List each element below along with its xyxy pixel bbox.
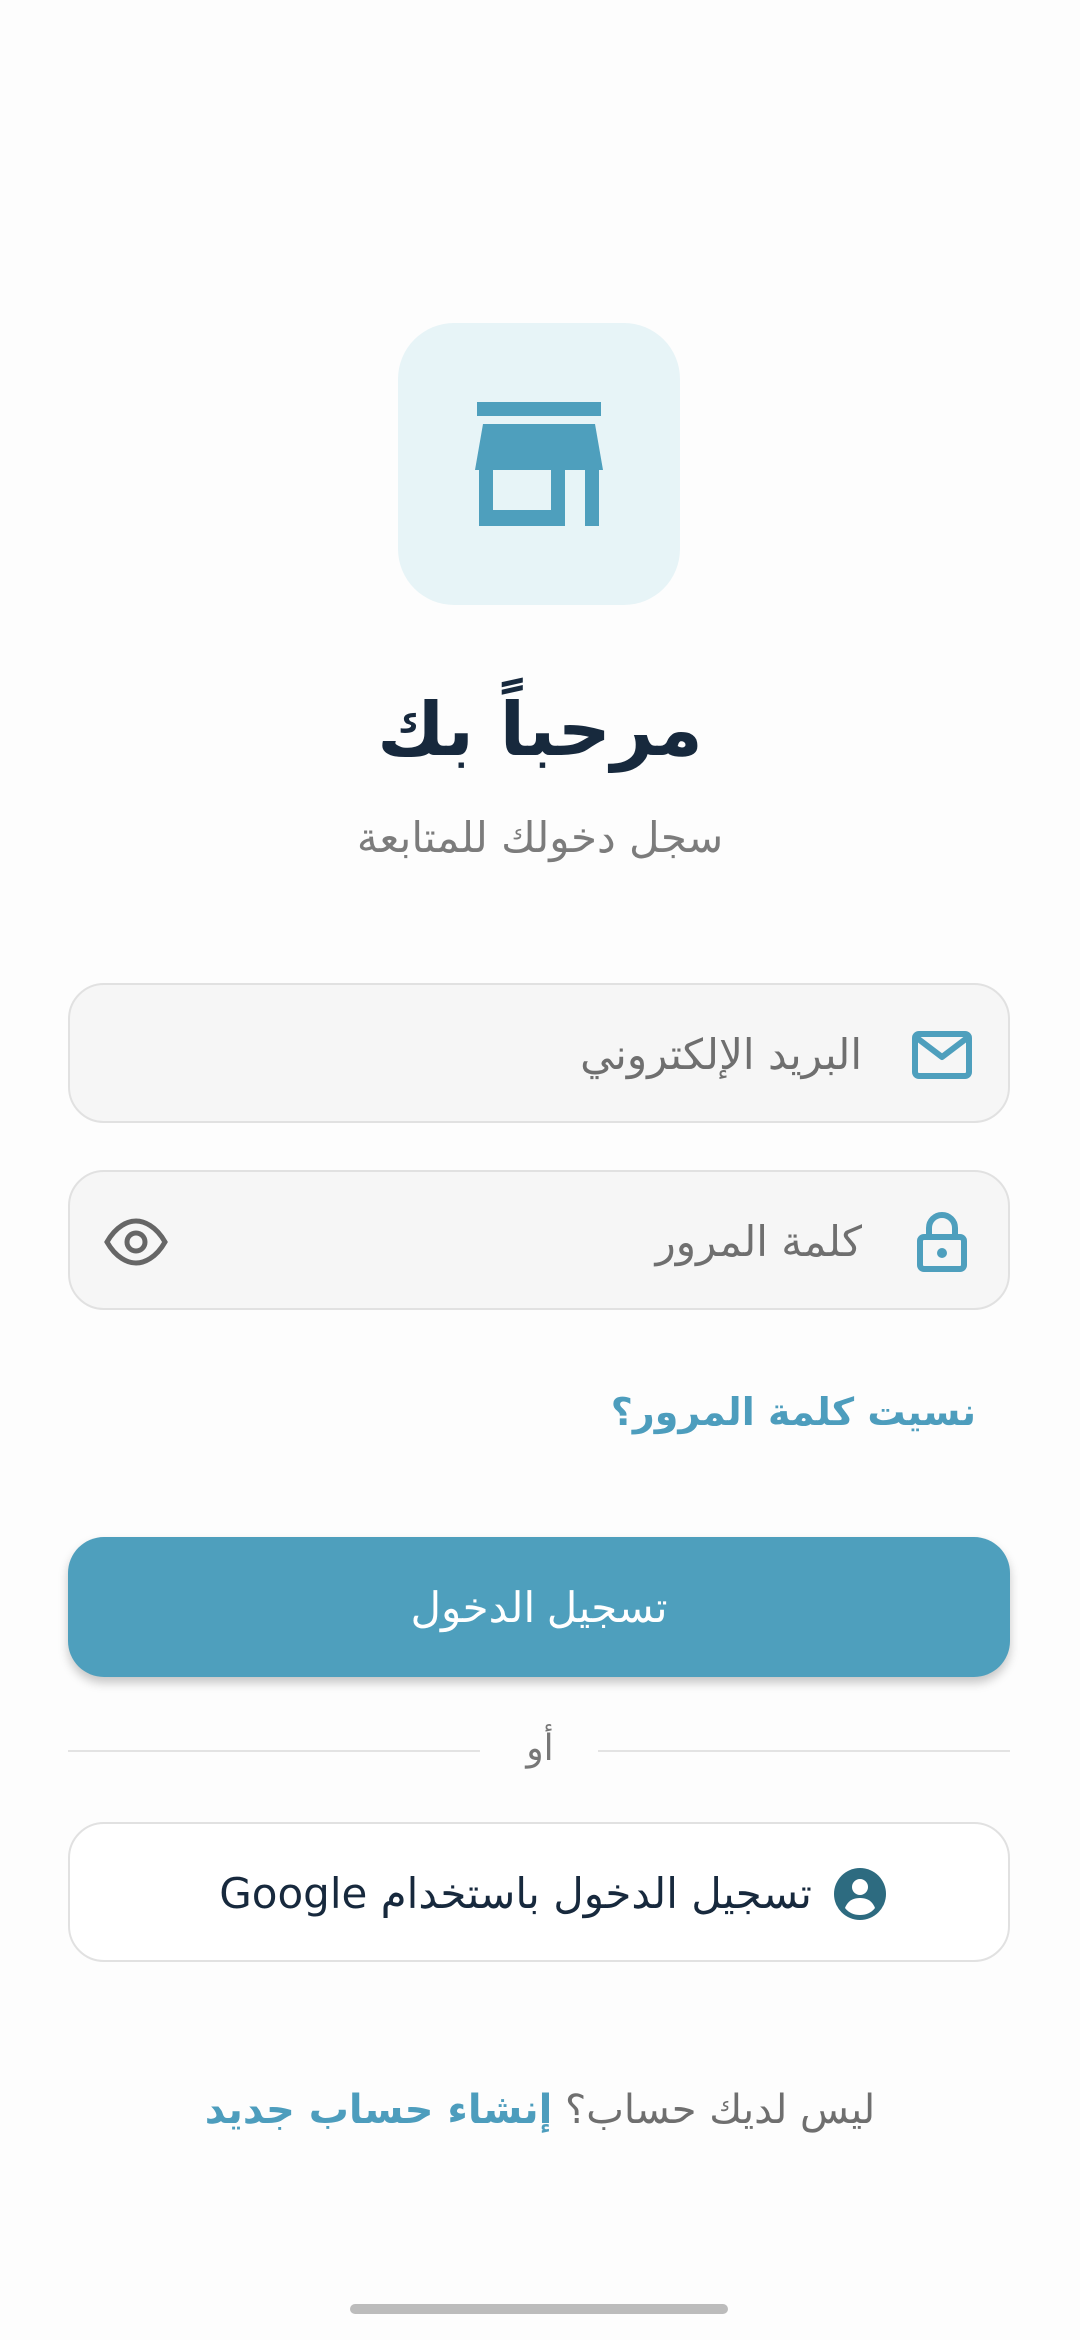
signup-question: ليس لديك حساب؟ xyxy=(565,2087,876,2133)
google-login-label: تسجيل الدخول باستخدام Google xyxy=(219,1869,812,1918)
email-placeholder: البريد الإلكتروني xyxy=(580,1030,862,1079)
google-login-button[interactable]: تسجيل الدخول باستخدام Google xyxy=(68,1822,1010,1962)
lock-icon xyxy=(917,1212,967,1272)
password-placeholder: كلمة المرور xyxy=(655,1217,862,1266)
divider-line-right xyxy=(598,1750,1010,1752)
create-account-link[interactable]: إنشاء حساب جديد xyxy=(205,2087,553,2133)
login-screen: مرحباً بك سجل دخولك للمتابعة البريد الإل… xyxy=(0,0,1080,2340)
page-title: مرحباً بك xyxy=(377,687,703,773)
account-circle-icon xyxy=(834,1868,886,1920)
app-logo xyxy=(398,323,680,605)
divider-label: أو xyxy=(526,1728,554,1769)
forgot-password-link[interactable]: نسيت كلمة المرور؟ xyxy=(611,1385,976,1439)
signup-row: ليس لديك حساب؟ إنشاء حساب جديد xyxy=(0,2080,1080,2140)
email-field[interactable]: البريد الإلكتروني xyxy=(68,983,1010,1123)
page-subtitle: سجل دخولك للمتابعة xyxy=(356,813,724,862)
divider-line-left xyxy=(68,1750,480,1752)
eye-icon[interactable] xyxy=(104,1218,168,1266)
login-button[interactable]: تسجيل الدخول xyxy=(68,1537,1010,1677)
home-indicator[interactable] xyxy=(350,2304,728,2314)
mail-icon xyxy=(912,1031,972,1079)
password-field[interactable]: كلمة المرور xyxy=(68,1170,1010,1310)
store-icon xyxy=(475,402,603,526)
